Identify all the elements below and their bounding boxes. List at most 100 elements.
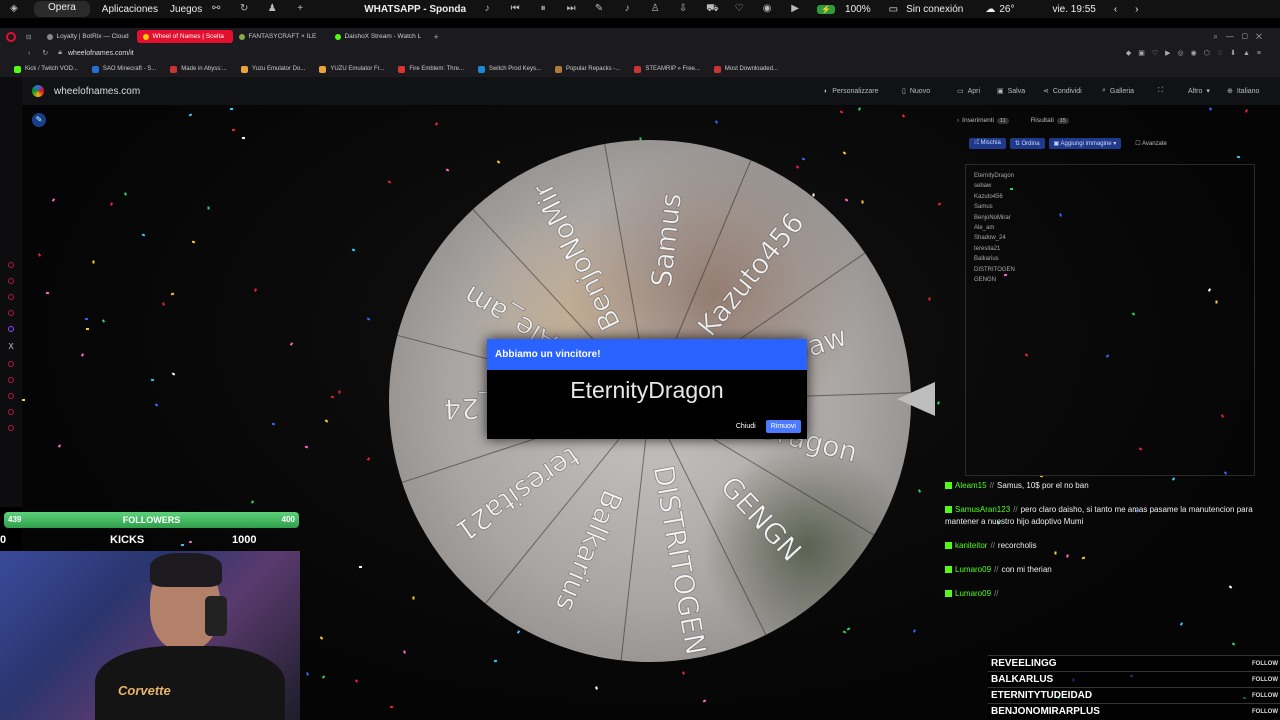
- chat-message: Lumaro09//: [945, 588, 1265, 600]
- opera-logo-icon[interactable]: [6, 31, 16, 42]
- volume-icon[interactable]: ♪: [482, 4, 492, 14]
- forward-arrow-icon[interactable]: ›: [1135, 4, 1138, 15]
- messenger-icon[interactable]: ◉: [762, 4, 772, 14]
- bookmark-item[interactable]: SAO Minecraft - S...: [91, 65, 156, 73]
- download-icon[interactable]: ⇩: [678, 4, 688, 14]
- confetti-piece: [330, 395, 335, 399]
- follow-item: BALKARLUS FOLLOW: [988, 671, 1280, 687]
- pen-icon[interactable]: ✎: [594, 4, 604, 14]
- site-logo[interactable]: wheelofnames.com: [32, 85, 140, 97]
- tab-entries[interactable]: Inserimenti 11: [962, 117, 1009, 124]
- youtube-icon[interactable]: ▶: [790, 4, 800, 14]
- chat-username: SamusAran123: [955, 505, 1011, 514]
- heart-icon[interactable]: ♡: [734, 4, 744, 14]
- apps-menu[interactable]: Aplicaciones: [102, 4, 158, 15]
- bookmark-item[interactable]: STEAMRIP » Free...: [634, 65, 700, 73]
- chat-username: kaniteitor: [955, 541, 988, 550]
- toolbar-extension-icons[interactable]: ◆▣♡▶◎◉⬡♢⬇▲≡: [1126, 49, 1268, 57]
- tab-results[interactable]: Risultati 15: [1031, 117, 1069, 124]
- new-tab-icon[interactable]: +: [433, 32, 438, 42]
- bookmark-item[interactable]: Most Downloaded...: [713, 65, 778, 73]
- kick-badge-icon: [945, 542, 952, 549]
- confetti-piece: [170, 292, 175, 296]
- url-field[interactable]: wheelofnames.com/it: [68, 50, 134, 57]
- tab-wheel-of-names[interactable]: Wheel of Names | Scelta: [137, 30, 234, 43]
- bookmark-item[interactable]: Popular Repacks -...: [554, 65, 620, 73]
- tab-menu-icon[interactable]: ⊟: [26, 33, 31, 41]
- slash-separator: //: [994, 589, 999, 598]
- confetti-piece: [324, 419, 329, 423]
- wheel-label: DISTRITOGEN: [647, 463, 713, 658]
- sidebar-app-icon[interactable]: [8, 361, 14, 367]
- slash-separator: //: [989, 481, 995, 490]
- bookmark-item[interactable]: Made in Abyss:...: [170, 65, 227, 73]
- reload-icon[interactable]: ↻: [42, 49, 48, 57]
- x-icon[interactable]: X: [0, 342, 22, 351]
- sort-button[interactable]: ⇅ Ordina: [1009, 138, 1045, 149]
- add-image-button[interactable]: ▣ Aggiungi immagine ▾: [1048, 138, 1122, 149]
- sidebar-app-icon[interactable]: [8, 425, 14, 431]
- tab-fantasycraft[interactable]: FANTASYCRAFT × ILE: [233, 30, 329, 43]
- shuffle-button[interactable]: ⤮ Mischia: [969, 138, 1006, 149]
- remove-button[interactable]: Rimuovi: [765, 420, 801, 433]
- bookmark-item[interactable]: Fire Emblem: Thre...: [398, 65, 464, 73]
- opera-gx-icon[interactable]: ◈: [9, 4, 19, 14]
- back-arrow-icon[interactable]: ‹: [1114, 4, 1117, 15]
- sidebar-app-icon[interactable]: [8, 409, 14, 415]
- menu-more[interactable]: Altro ▾: [1188, 87, 1214, 96]
- entry-line: Ale_am: [974, 225, 995, 232]
- menu-open[interactable]: ▭ Apri: [957, 87, 984, 96]
- window-title: WHATSAPP - Sponda: [364, 3, 467, 15]
- back-icon[interactable]: ‹: [28, 50, 30, 57]
- bookmarks-bar: Kick / Twitch VOD... SAO Minecraft - S...…: [0, 61, 1280, 77]
- advanced-checkbox[interactable]: ☐ Avanzate: [1135, 140, 1167, 147]
- tab-loyalty[interactable]: Loyalty | BotRix — Cloud: [41, 30, 137, 43]
- sidebar-app-icon[interactable]: [8, 393, 14, 399]
- window-controls[interactable]: ⌕—▢✕: [1213, 32, 1270, 42]
- sidebar-app-icon[interactable]: [8, 278, 14, 284]
- collapse-icon[interactable]: ›: [957, 117, 959, 124]
- menu-new[interactable]: ▯ Nuovo: [902, 87, 934, 96]
- refresh-icon[interactable]: ↻: [239, 4, 249, 14]
- confetti-piece: [162, 302, 165, 306]
- network-status[interactable]: Sin conexión: [906, 4, 963, 15]
- close-button[interactable]: Chiudi: [736, 423, 756, 430]
- twitch-icon[interactable]: [8, 326, 14, 332]
- games-menu[interactable]: Juegos: [170, 4, 202, 15]
- entries-textarea[interactable]: EternityDragon sebaw Kazuto456 Samus BenjoNo…: [965, 164, 1255, 476]
- next-track-icon[interactable]: ⏭: [566, 4, 576, 14]
- sidebar-app-icon[interactable]: [8, 310, 14, 316]
- plus-icon[interactable]: +: [295, 4, 305, 14]
- menu-gallery[interactable]: ⌕ Galleria: [1102, 87, 1138, 95]
- streamer-hair: [150, 553, 222, 587]
- menu-personalize[interactable]: ◐ Personalizzare: [824, 88, 883, 95]
- cart-icon[interactable]: ⛟: [706, 4, 719, 14]
- menu-language[interactable]: ⊕ Italiano: [1227, 87, 1263, 96]
- menu-save[interactable]: ▣ Salva: [997, 87, 1029, 96]
- followers-current: 439: [8, 515, 22, 524]
- bookmark-favicon: [319, 65, 327, 73]
- sidebar-app-icon[interactable]: [8, 377, 14, 383]
- confetti-piece: [434, 122, 439, 126]
- tab-daishox[interactable]: DaishoX Stream - Watch L: [329, 30, 425, 43]
- bookmark-item[interactable]: Switch Prod Keys...: [477, 65, 541, 73]
- sidebar-app-icon[interactable]: [8, 262, 14, 268]
- bookmark-item[interactable]: YUZU Emulator Fr...: [319, 65, 384, 73]
- tiktok-icon[interactable]: ♪: [622, 4, 632, 14]
- follow-label: FOLLOW: [1252, 709, 1278, 715]
- bookmark-item[interactable]: Yuzu Emulator Do...: [240, 65, 305, 73]
- pause-icon[interactable]: ⏸: [538, 4, 548, 14]
- prev-track-icon[interactable]: ⏮: [510, 4, 520, 14]
- person-icon[interactable]: ♙: [650, 4, 660, 14]
- user-icon[interactable]: ♟: [267, 4, 277, 14]
- link-icon[interactable]: ⚯: [211, 4, 221, 14]
- fullscreen-button[interactable]: ⛶: [1158, 87, 1167, 95]
- edit-pencil-icon[interactable]: ✎: [32, 113, 46, 127]
- bookmark-item[interactable]: Kick / Twitch VOD...: [14, 65, 78, 73]
- confetti-piece: [85, 327, 90, 331]
- monitor-icon: ▭: [888, 3, 899, 15]
- confetti-piece: [57, 444, 62, 448]
- sidebar-app-icon[interactable]: [8, 294, 14, 300]
- opera-button[interactable]: Opera: [34, 1, 90, 17]
- menu-share[interactable]: ⋖ Condividi: [1043, 87, 1086, 96]
